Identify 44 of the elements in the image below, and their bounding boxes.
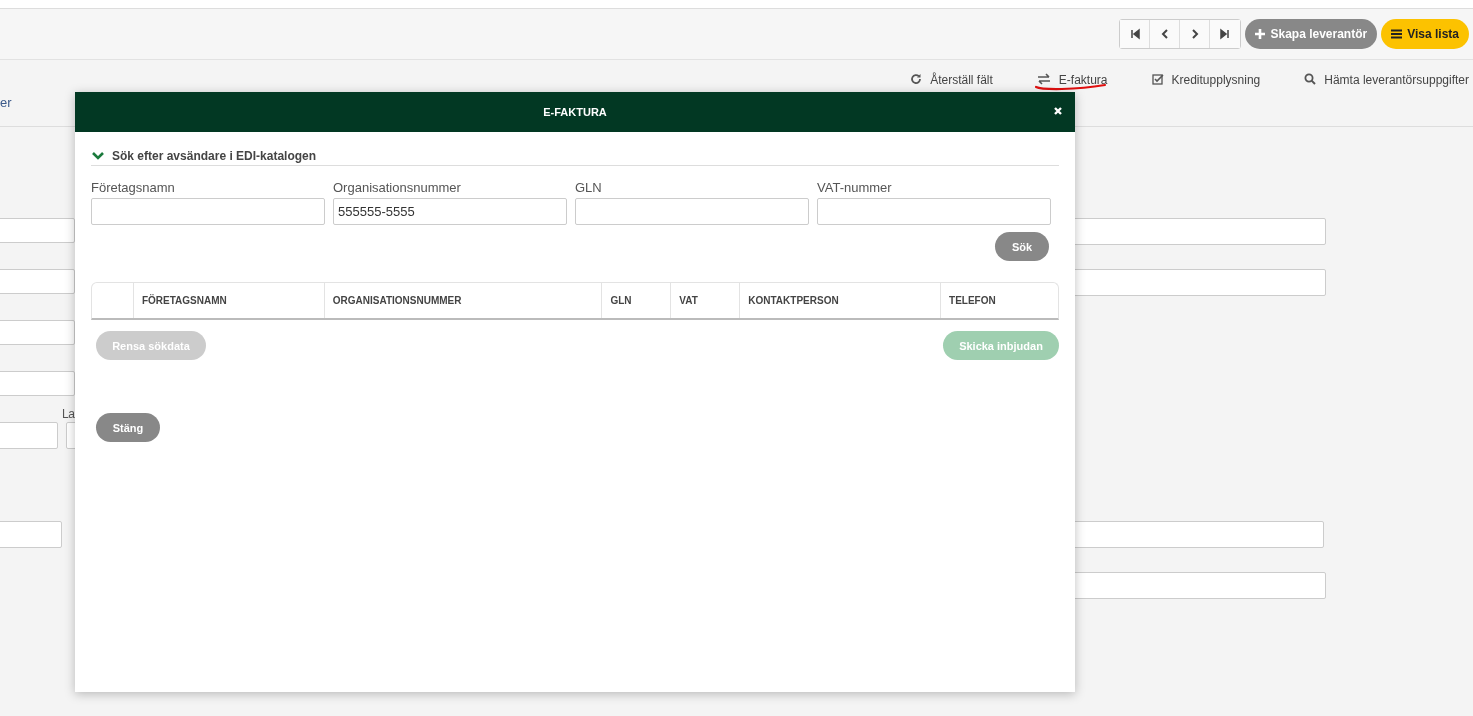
checkbox-icon [1151,73,1164,85]
field-label: Företagsnamn [91,180,176,196]
expand-toggle[interactable] [92,152,104,160]
field-label: VAT-nummer [817,180,893,196]
search-button[interactable]: Sök [995,232,1049,261]
input-field[interactable]: 555555-5555 [333,198,567,225]
menu-icon [1391,29,1403,39]
toolbar-action[interactable]: E-faktura [1036,70,1108,89]
first-page-button[interactable] [1120,20,1151,48]
search-icon [1304,73,1317,85]
field-label: Organisationsnummer [333,180,462,196]
toolbar-action[interactable]: Återställ fält [910,70,993,89]
input-field[interactable] [91,198,325,225]
toolbar-action[interactable]: Kreditupplysning [1151,70,1261,89]
column-header: TELEFON [940,283,1058,318]
input-field[interactable] [0,320,75,345]
column-header: ORGANISATIONSNUMMER [323,283,602,318]
chevron-down-icon [92,152,104,160]
column-header: FÖRETAGSNAMN [132,283,324,318]
toolbar-action[interactable]: Hämta leverantörsuppgifter [1304,70,1469,89]
input-field[interactable] [0,521,62,548]
input-field[interactable] [575,198,809,225]
last-page-icon [1219,28,1232,40]
input-field[interactable] [817,198,1051,225]
column-header: VAT [670,283,740,318]
column-header: KONTAKTPERSON [739,283,941,318]
column-header: GLN [601,283,671,318]
field-label: GLN [575,180,603,196]
field-label: La [62,407,75,421]
section-title: Sök efter avsändare i EDI-katalogen [112,149,317,163]
input-field[interactable] [0,422,58,449]
plus-icon [1255,29,1266,39]
tab-label[interactable]: er [0,95,12,110]
dialog-title: E-FAKTURA [543,106,607,118]
close-icon[interactable] [1053,105,1063,117]
close-button[interactable]: Stäng [96,413,160,442]
create-supplier-button[interactable]: Skapa leverantör [1245,19,1378,49]
reset-icon [910,73,923,85]
input-field[interactable] [0,371,75,396]
input-field[interactable] [0,218,75,243]
first-page-icon [1128,28,1141,40]
swap-icon [1036,73,1051,85]
show-list-button[interactable]: Visa lista [1381,19,1469,49]
input-field[interactable] [0,269,75,294]
